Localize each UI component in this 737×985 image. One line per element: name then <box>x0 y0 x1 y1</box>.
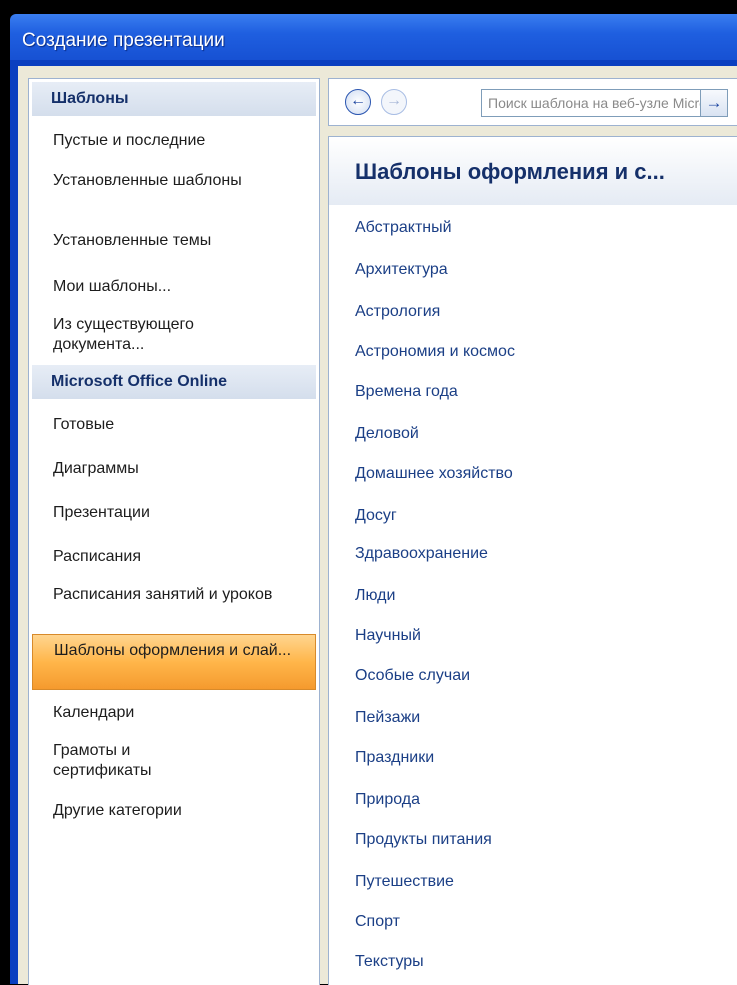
category-link[interactable]: Домашнее хозяйство <box>355 465 513 483</box>
back-button[interactable]: ← <box>345 89 371 115</box>
category-link[interactable]: Астрология <box>355 303 440 321</box>
category-link[interactable]: Праздники <box>355 749 434 767</box>
navigation-toolbar: ← → Поиск шаблона на веб-узле Microsoft … <box>328 78 737 126</box>
sidebar-item-presentations[interactable]: Презентации <box>53 503 313 523</box>
sidebar-item-certificates[interactable]: Грамоты и сертификаты <box>53 741 203 781</box>
template-subcategory-pane: Шаблоны оформления и с... Абстрактный Ар… <box>328 136 737 985</box>
category-link[interactable]: Архитектура <box>355 261 448 279</box>
category-link[interactable]: Пейзажи <box>355 709 420 727</box>
arrow-right-icon: → <box>386 92 402 109</box>
category-link[interactable]: Деловой <box>355 425 419 443</box>
category-link[interactable]: Текстуры <box>355 953 424 971</box>
category-link[interactable]: Абстрактный <box>355 219 452 237</box>
sidebar-item-design-templates[interactable]: Шаблоны оформления и слай... <box>32 634 316 690</box>
sidebar-item-schedules[interactable]: Расписания <box>53 547 313 567</box>
page-title: Шаблоны оформления и с... <box>355 159 665 184</box>
category-link[interactable]: Спорт <box>355 913 400 931</box>
category-link[interactable]: Научный <box>355 627 421 645</box>
sidebar-item-installed-themes[interactable]: Установленные темы <box>53 231 313 251</box>
category-link[interactable]: Продукты питания <box>355 831 492 849</box>
sidebar-item-other-categories[interactable]: Другие категории <box>53 801 313 821</box>
sidebar-item-my-templates[interactable]: Мои шаблоны... <box>53 277 313 297</box>
sidebar-item-class-schedules[interactable]: Расписания занятий и уроков <box>53 585 278 605</box>
arrow-right-icon: → <box>705 93 723 112</box>
forward-button[interactable]: → <box>381 89 407 115</box>
category-link[interactable]: Особые случаи <box>355 667 470 685</box>
content-header: Шаблоны оформления и с... <box>329 137 737 205</box>
window-title: Создание презентации <box>22 30 225 51</box>
section-header-templates: Шаблоны <box>32 82 316 116</box>
new-presentation-dialog: Создание презентации Шаблоны Пустые и по… <box>0 0 737 985</box>
arrow-left-icon: ← <box>350 92 366 109</box>
category-link[interactable]: Здравоохранение <box>355 545 488 563</box>
sidebar-item-calendars[interactable]: Календари <box>53 703 313 723</box>
section-header-office-online: Microsoft Office Online <box>32 365 316 399</box>
category-link[interactable]: Люди <box>355 587 395 605</box>
category-link[interactable]: Путешествие <box>355 873 454 891</box>
sidebar-item-diagrams[interactable]: Диаграммы <box>53 459 313 479</box>
sidebar-item-ready[interactable]: Готовые <box>53 415 313 435</box>
search-go-button[interactable]: → <box>700 89 728 117</box>
sidebar-item-from-existing[interactable]: Из существующего документа... <box>53 315 253 355</box>
template-search-input[interactable]: Поиск шаблона на веб-узле Microsoft Offi… <box>481 89 701 117</box>
category-link[interactable]: Астрономия и космос <box>355 343 515 361</box>
sidebar-item-blank-recent[interactable]: Пустые и последние <box>53 131 313 151</box>
title-bar[interactable]: Создание презентации <box>10 14 737 62</box>
sidebar-item-installed-templates[interactable]: Установленные шаблоны <box>53 171 253 191</box>
template-categories-pane: Шаблоны Пустые и последние Установленные… <box>28 78 320 985</box>
category-link[interactable]: Времена года <box>355 383 458 401</box>
category-link[interactable]: Досуг <box>355 507 397 525</box>
category-link[interactable]: Природа <box>355 791 420 809</box>
